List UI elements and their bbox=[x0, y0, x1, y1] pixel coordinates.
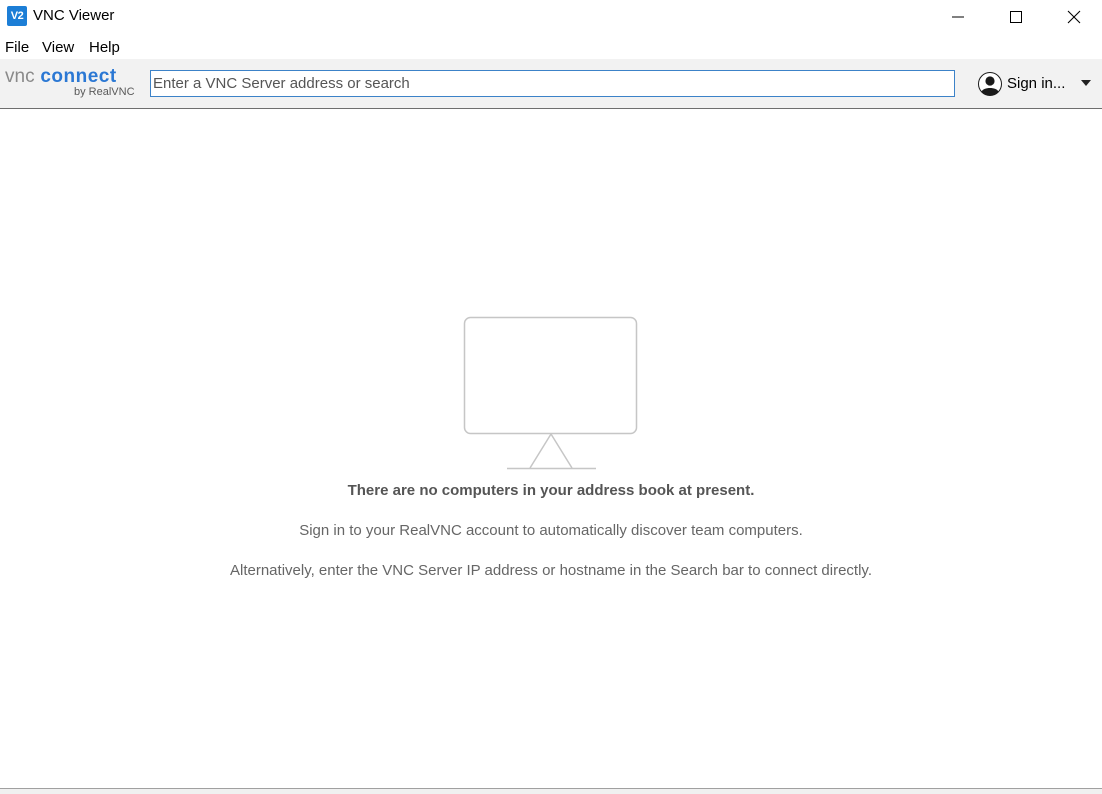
window-title: VNC Viewer bbox=[33, 7, 115, 24]
menu-view[interactable]: View bbox=[42, 39, 74, 56]
title-bar: V2 VNC Viewer bbox=[0, 0, 1102, 33]
user-avatar-icon bbox=[978, 72, 1002, 96]
vnc-connect-logo: vnc connect by RealVNC bbox=[4, 63, 140, 103]
caret-down-icon[interactable] bbox=[1080, 79, 1092, 87]
logo-wordmark: vnc connect bbox=[5, 66, 117, 88]
menu-file[interactable]: File bbox=[5, 39, 29, 56]
close-icon bbox=[1067, 10, 1081, 23]
minimize-button[interactable] bbox=[929, 0, 987, 33]
empty-state-search-hint: Alternatively, enter the VNC Server IP a… bbox=[230, 562, 872, 579]
sign-in-button[interactable]: Sign in... bbox=[976, 70, 1096, 98]
menu-bar: File View Help bbox=[0, 33, 1102, 59]
menu-help[interactable]: Help bbox=[89, 39, 120, 56]
sign-in-label: Sign in... bbox=[1007, 75, 1066, 92]
search-input[interactable] bbox=[153, 72, 949, 95]
monitor-icon bbox=[463, 316, 638, 470]
window-bottom-edge bbox=[0, 788, 1102, 794]
search-box bbox=[150, 70, 955, 97]
maximize-icon bbox=[1010, 10, 1022, 23]
maximize-button[interactable] bbox=[987, 0, 1045, 33]
logo-connect-text: connect bbox=[40, 66, 117, 87]
vnc-viewer-app-icon: V2 bbox=[7, 6, 27, 26]
minimize-icon bbox=[952, 16, 964, 17]
close-button[interactable] bbox=[1045, 0, 1102, 33]
empty-state-title: There are no computers in your address b… bbox=[347, 482, 755, 499]
logo-byline: by RealVNC bbox=[74, 86, 135, 98]
logo-vnc-text: vnc bbox=[5, 66, 35, 87]
address-book-area: There are no computers in your address b… bbox=[0, 109, 1102, 787]
toolbar: vnc connect by RealVNC Sign in... bbox=[0, 59, 1102, 109]
empty-state-signin-hint: Sign in to your RealVNC account to autom… bbox=[299, 522, 803, 539]
